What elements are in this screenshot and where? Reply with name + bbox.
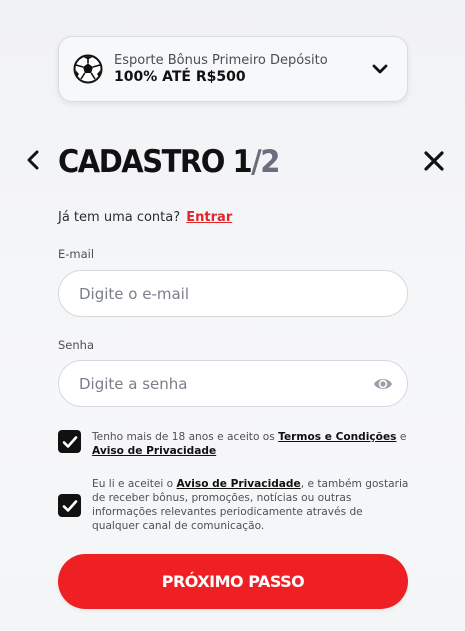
chevron-down-icon[interactable]	[371, 60, 389, 78]
terms-link[interactable]: Termos e Condições	[278, 431, 396, 443]
login-question: Já tem uma conta?	[58, 210, 181, 225]
marketing-consent-text: Eu li e aceitei o Aviso de Privacidade, …	[92, 477, 410, 533]
marketing-privacy-link[interactable]: Aviso de Privacidade	[177, 478, 301, 490]
consent-marketing-row: Eu li e aceitei o Aviso de Privacidade, …	[58, 477, 410, 533]
password-label: Senha	[58, 338, 94, 352]
bonus-subtitle: Esporte Bônus Primeiro Depósito	[114, 52, 328, 68]
age-terms-checkbox[interactable]	[58, 430, 81, 453]
page-title-step: CADASTRO 1	[58, 143, 253, 180]
age-terms-text: Tenho mais de 18 anos e aceito os Termos…	[92, 430, 410, 458]
checkmark-icon	[62, 499, 77, 512]
marketing-checkbox[interactable]	[58, 494, 81, 517]
password-field[interactable]	[59, 361, 407, 406]
privacy-link[interactable]: Aviso de Privacidade	[92, 445, 216, 457]
checkmark-icon	[62, 435, 77, 448]
email-field[interactable]	[59, 271, 407, 316]
page-title: CADASTRO 1/2	[58, 143, 280, 180]
bonus-title: 100% ATÉ R$500	[114, 68, 246, 85]
page-title-total: /2	[251, 143, 280, 180]
email-label: E-mail	[58, 247, 95, 261]
chevron-left-icon[interactable]	[24, 150, 42, 170]
eye-icon[interactable]	[373, 375, 393, 393]
login-link[interactable]: Entrar	[186, 210, 232, 225]
close-icon[interactable]	[423, 150, 445, 172]
next-step-button[interactable]: PRÓXIMO PASSO	[58, 554, 408, 609]
age-terms-text-mid: e	[396, 431, 407, 443]
bonus-selector[interactable]: Esporte Bônus Primeiro Depósito 100% ATÉ…	[58, 36, 408, 102]
age-terms-text-before: Tenho mais de 18 anos e aceito os	[92, 431, 279, 443]
password-field-wrapper	[58, 360, 408, 407]
login-prompt: Já tem uma conta? Entrar	[58, 210, 232, 225]
email-field-wrapper	[58, 270, 408, 317]
marketing-text-before: Eu li e aceitei o	[92, 478, 177, 490]
soccer-ball-icon	[73, 54, 103, 84]
consent-age-row: Tenho mais de 18 anos e aceito os Termos…	[58, 430, 410, 458]
